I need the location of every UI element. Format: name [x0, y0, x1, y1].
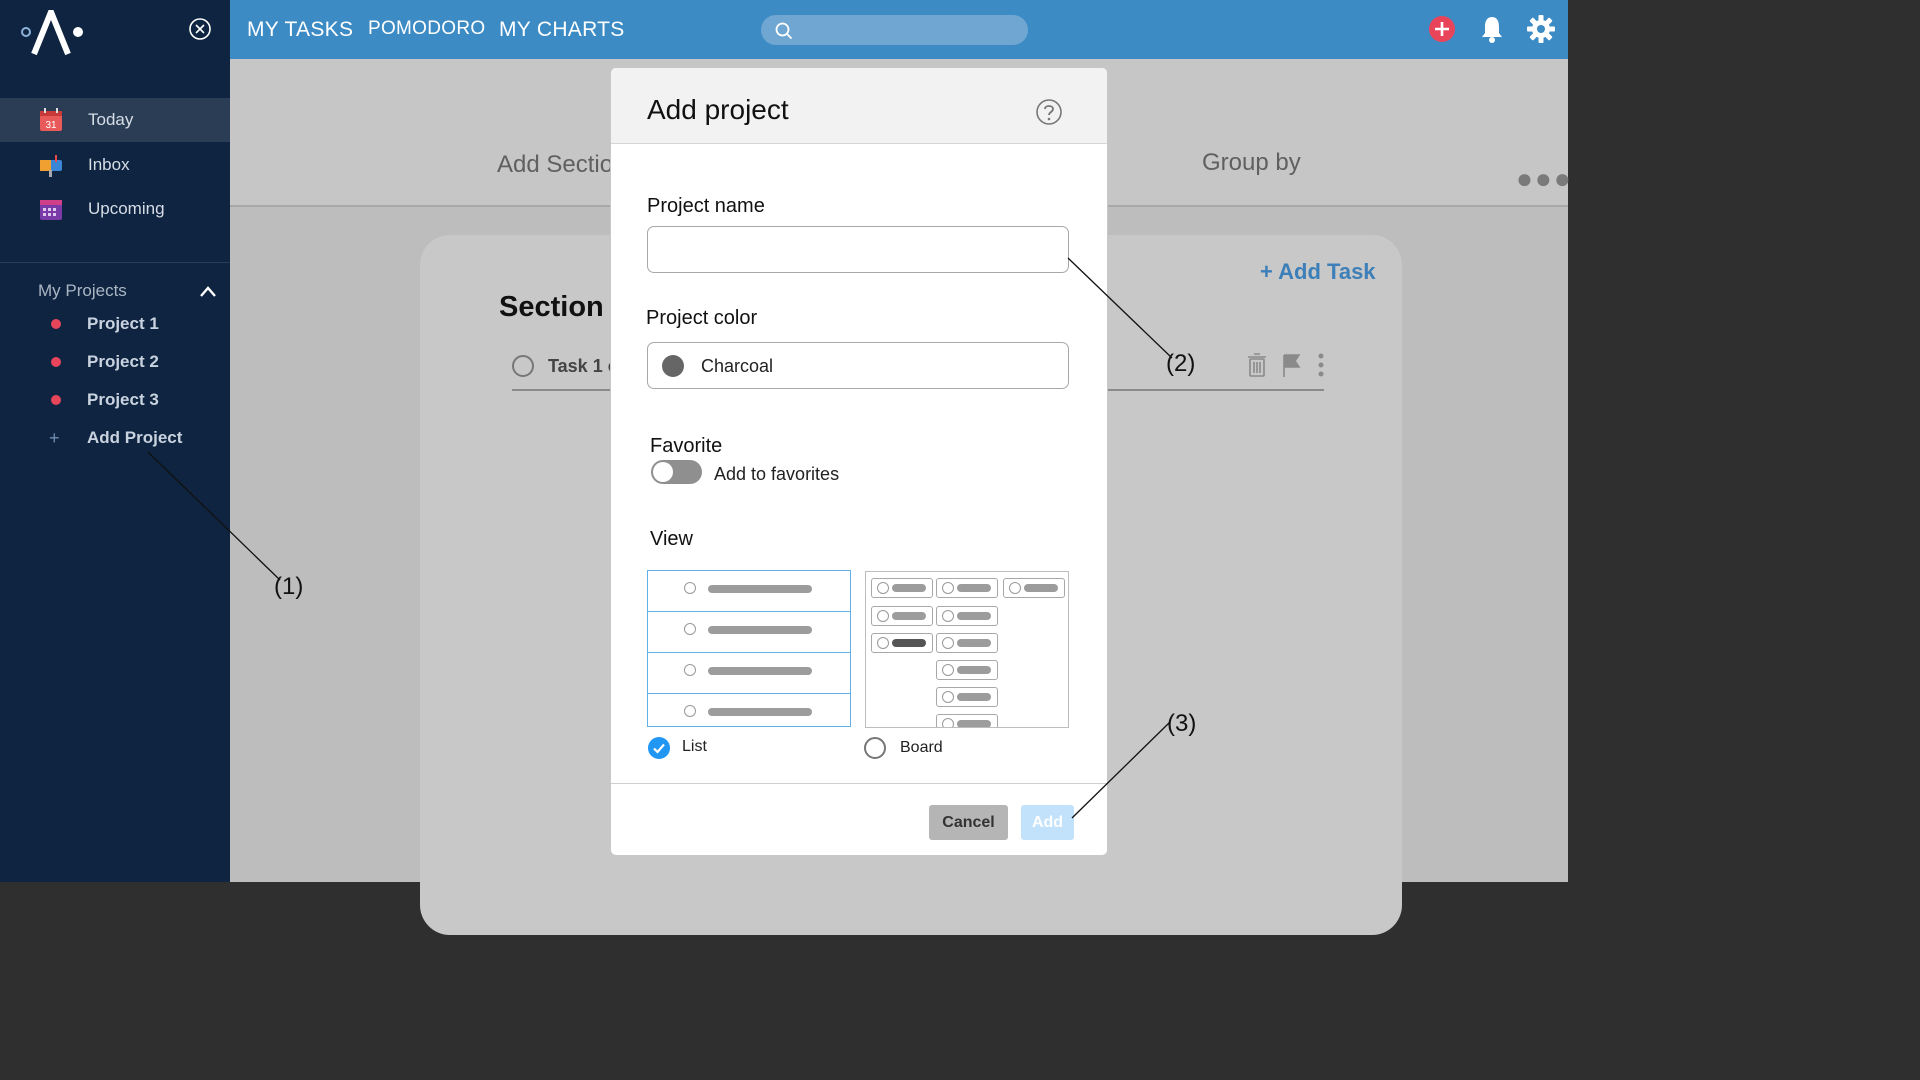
board-preview-card — [936, 633, 998, 653]
nav-item-label: Today — [88, 110, 134, 129]
top-bar: MY TASKS POMODORO MY CHARTS — [230, 0, 1568, 59]
favorite-toggle[interactable] — [651, 460, 702, 484]
cancel-button[interactable]: Cancel — [929, 805, 1008, 840]
project-color-dot — [51, 395, 61, 405]
annotation-1: (1) — [274, 573, 304, 600]
dialog-footer-divider — [611, 783, 1107, 784]
close-sidebar-icon[interactable] — [188, 17, 212, 41]
app-logo — [21, 10, 83, 56]
plus-icon: + — [49, 427, 60, 448]
toggle-knob — [653, 462, 673, 482]
mailbox-icon — [40, 155, 62, 177]
add-project-dialog: Add project Project name Project color C… — [610, 67, 1108, 856]
list-preview-row — [648, 653, 850, 694]
color-swatch — [662, 355, 684, 377]
project-label: Project 2 — [87, 352, 159, 371]
project-label: Project 3 — [87, 390, 159, 409]
bell-icon[interactable] — [1477, 14, 1507, 44]
add-project-button[interactable]: + Add Project — [0, 423, 230, 453]
add-task-button[interactable]: + Add Task — [1260, 259, 1376, 285]
trash-icon[interactable] — [1248, 353, 1266, 377]
flag-icon[interactable] — [1283, 354, 1301, 377]
search-input[interactable] — [761, 15, 1028, 45]
color-name: Charcoal — [701, 356, 774, 376]
list-view-label: List — [682, 738, 707, 755]
board-preview-card — [1003, 578, 1065, 598]
gear-icon[interactable] — [1526, 14, 1556, 44]
project-label: Project 1 — [87, 314, 159, 333]
list-preview-row — [648, 571, 850, 612]
task-actions — [1248, 353, 1324, 377]
nav-item-label: Inbox — [88, 155, 130, 174]
quick-add-icon[interactable] — [1427, 14, 1457, 44]
favorite-label: Favorite — [650, 435, 723, 457]
project-name-label: Project name — [647, 195, 765, 217]
project-color-dot — [51, 357, 61, 367]
calendar-today-icon: 31 — [40, 108, 62, 131]
project-color-label: Project color — [646, 307, 758, 329]
nav-item-today[interactable]: 31 Today — [0, 98, 230, 142]
section-title: Section 1 — [499, 291, 628, 323]
checkmark-icon — [653, 743, 665, 754]
list-preview-row — [648, 612, 850, 653]
view-label: View — [650, 528, 693, 550]
nav-item-label: Upcoming — [88, 199, 165, 218]
group-by-button[interactable]: Group by — [1202, 149, 1301, 177]
sidebar-divider — [0, 262, 230, 263]
board-preview-card — [936, 606, 998, 626]
nav-item-upcoming[interactable]: Upcoming — [0, 187, 230, 231]
board-preview-card — [936, 687, 998, 707]
board-preview-card — [936, 578, 998, 598]
favorite-toggle-label: Add to favorites — [714, 464, 840, 484]
board-preview-card — [871, 633, 933, 653]
add-project-label: Add Project — [87, 428, 183, 447]
project-name-input[interactable] — [647, 226, 1069, 273]
board-preview-card — [871, 578, 933, 598]
list-view-radio[interactable] — [648, 737, 670, 759]
board-preview-card — [871, 606, 933, 626]
help-icon[interactable] — [1035, 98, 1063, 126]
task-checkbox[interactable] — [512, 355, 534, 377]
calendar-day-number: 31 — [45, 120, 57, 131]
project-color-dot — [51, 319, 61, 329]
annotation-2: (2) — [1166, 350, 1196, 377]
board-view-preview[interactable] — [865, 571, 1069, 728]
task-title: Task 1 c — [548, 356, 618, 376]
nav-pomodoro[interactable]: POMODORO — [368, 18, 485, 40]
list-preview-row — [648, 694, 850, 735]
more-options-icon[interactable]: ●●● — [1516, 163, 1573, 195]
sidebar: 31 Today Inbox Upcoming My Projects Proj… — [0, 0, 230, 882]
nav-my-tasks[interactable]: MY TASKS — [247, 18, 353, 42]
dialog-header: Add project — [611, 68, 1107, 144]
nav-my-charts[interactable]: MY CHARTS — [499, 18, 625, 42]
board-preview-card — [936, 714, 998, 727]
nav-item-inbox[interactable]: Inbox — [0, 143, 230, 187]
my-projects-header[interactable]: My Projects — [38, 281, 127, 301]
search-icon — [775, 22, 793, 40]
kebab-menu-icon[interactable] — [1318, 353, 1324, 377]
add-task-label: Add Task — [1278, 259, 1376, 284]
sidebar-project-2[interactable]: Project 2 — [0, 347, 230, 377]
board-view-radio[interactable] — [864, 737, 886, 759]
board-preview-card — [936, 660, 998, 680]
add-button[interactable]: Add — [1021, 805, 1074, 840]
dialog-title: Add project — [647, 94, 789, 125]
list-view-preview[interactable] — [647, 570, 851, 727]
sidebar-project-1[interactable]: Project 1 — [0, 309, 230, 339]
board-view-label: Board — [900, 739, 943, 756]
chevron-up-icon[interactable] — [198, 283, 218, 299]
project-color-select[interactable]: Charcoal — [647, 342, 1069, 389]
annotation-3: (3) — [1167, 710, 1197, 737]
calendar-upcoming-icon — [40, 200, 62, 220]
add-section-button[interactable]: Add Section — [497, 151, 626, 179]
sidebar-project-3[interactable]: Project 3 — [0, 385, 230, 415]
